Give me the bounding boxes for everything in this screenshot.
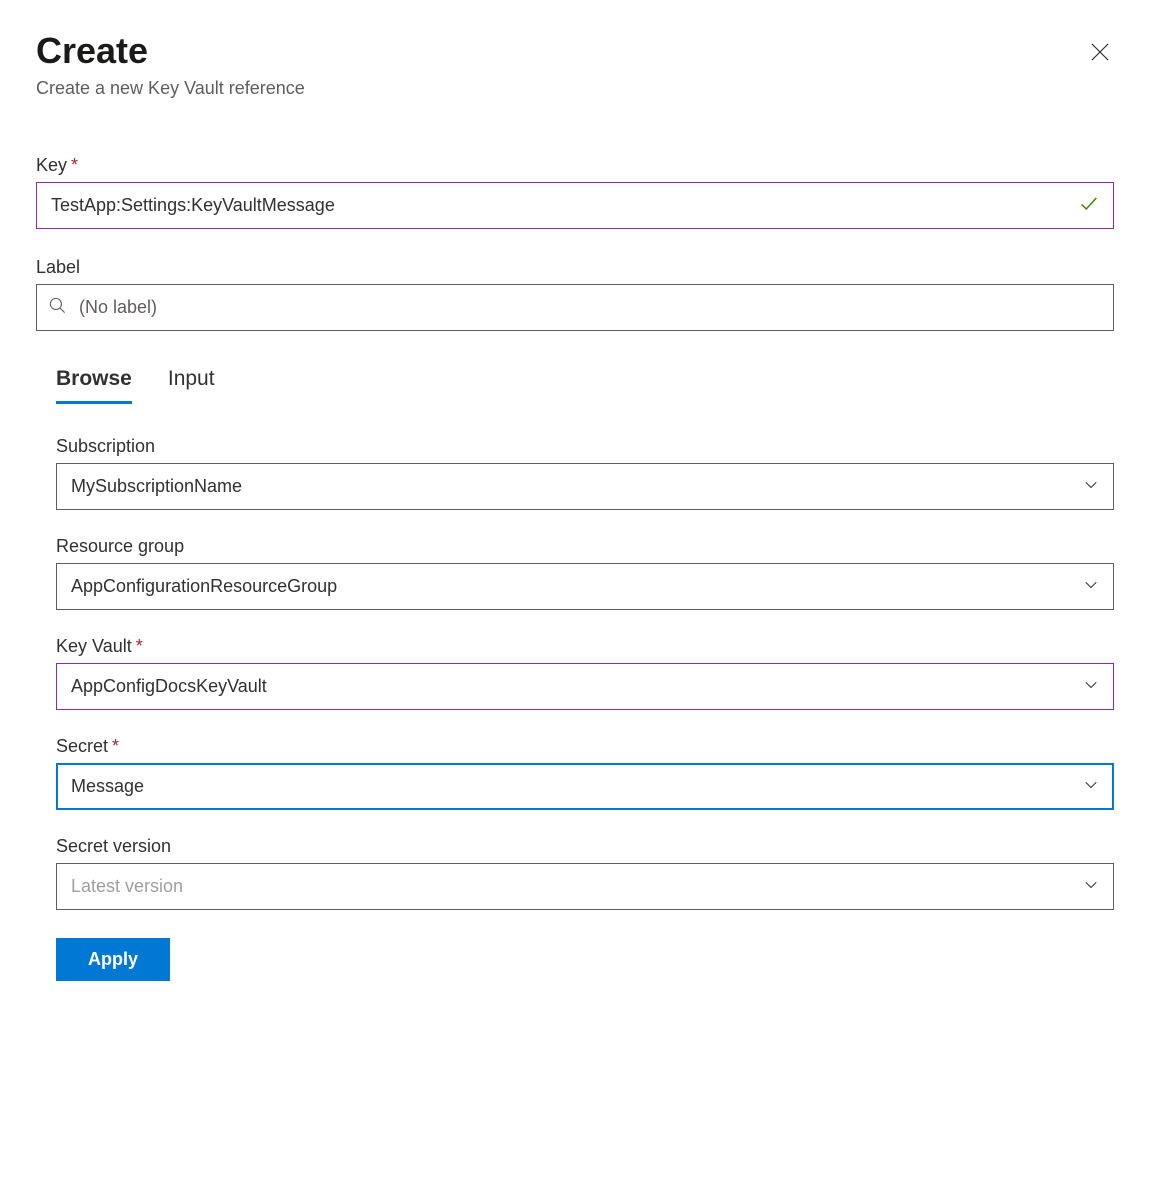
resource-group-field: Resource group AppConfigurationResourceG… bbox=[56, 536, 1114, 610]
key-vault-label: Key Vault* bbox=[56, 636, 1114, 657]
browse-section: Subscription MySubscriptionName Resource… bbox=[36, 436, 1114, 910]
panel-header: Create Create a new Key Vault reference bbox=[36, 30, 1114, 99]
required-indicator: * bbox=[71, 155, 78, 175]
required-indicator: * bbox=[112, 736, 119, 756]
label-input-wrapper bbox=[36, 284, 1114, 331]
required-indicator: * bbox=[136, 636, 143, 656]
close-icon bbox=[1088, 40, 1112, 69]
subscription-select[interactable]: MySubscriptionName bbox=[56, 463, 1114, 510]
secret-field: Secret* Message bbox=[56, 736, 1114, 810]
resource-group-label: Resource group bbox=[56, 536, 1114, 557]
close-button[interactable] bbox=[1086, 40, 1114, 68]
page-subtitle: Create a new Key Vault reference bbox=[36, 78, 305, 99]
subscription-value: MySubscriptionName bbox=[71, 476, 242, 496]
action-row: Apply bbox=[36, 938, 1114, 981]
resource-group-select[interactable]: AppConfigurationResourceGroup bbox=[56, 563, 1114, 610]
tab-browse[interactable]: Browse bbox=[56, 367, 132, 404]
key-label: Key* bbox=[36, 155, 1114, 176]
tab-input[interactable]: Input bbox=[168, 367, 215, 404]
key-input[interactable] bbox=[36, 182, 1114, 229]
resource-group-value: AppConfigurationResourceGroup bbox=[71, 576, 337, 596]
secret-value: Message bbox=[71, 776, 144, 796]
label-field: Label bbox=[36, 257, 1114, 331]
apply-button[interactable]: Apply bbox=[56, 938, 170, 981]
secret-select[interactable]: Message bbox=[56, 763, 1114, 810]
subscription-label: Subscription bbox=[56, 436, 1114, 457]
secret-version-label: Secret version bbox=[56, 836, 1114, 857]
secret-version-field: Secret version Latest version bbox=[56, 836, 1114, 910]
page-title: Create bbox=[36, 30, 305, 72]
secret-version-select[interactable]: Latest version bbox=[56, 863, 1114, 910]
label-input[interactable] bbox=[36, 284, 1114, 331]
secret-version-value: Latest version bbox=[71, 876, 183, 896]
tabs: Browse Input bbox=[56, 367, 1114, 404]
header-text: Create Create a new Key Vault reference bbox=[36, 30, 305, 99]
secret-label: Secret* bbox=[56, 736, 1114, 757]
subscription-field: Subscription MySubscriptionName bbox=[56, 436, 1114, 510]
key-vault-field: Key Vault* AppConfigDocsKeyVault bbox=[56, 636, 1114, 710]
label-label: Label bbox=[36, 257, 1114, 278]
key-vault-value: AppConfigDocsKeyVault bbox=[71, 676, 267, 696]
key-field: Key* bbox=[36, 155, 1114, 229]
key-input-wrapper bbox=[36, 182, 1114, 229]
key-vault-select[interactable]: AppConfigDocsKeyVault bbox=[56, 663, 1114, 710]
